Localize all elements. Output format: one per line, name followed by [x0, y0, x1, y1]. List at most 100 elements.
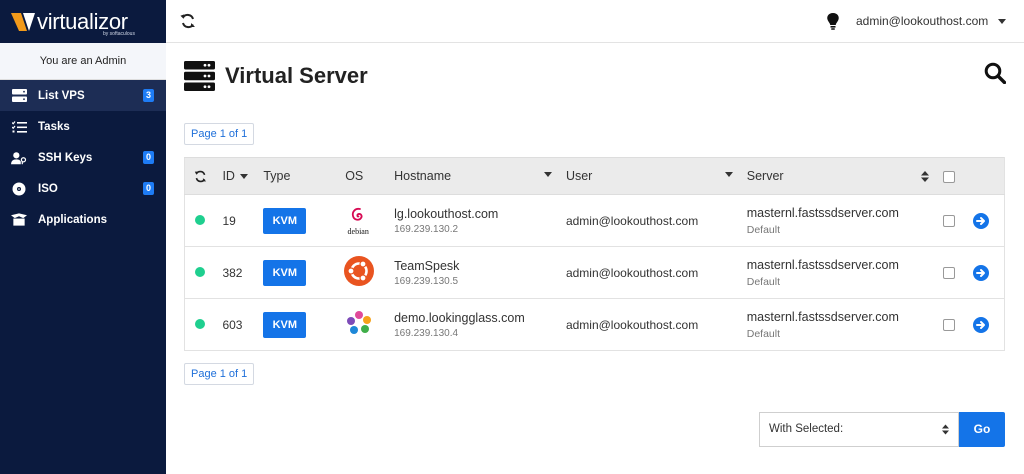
- ip-address: 169.239.130.5: [394, 275, 459, 287]
- column-header-type: Type: [263, 157, 346, 195]
- refresh-icon[interactable]: [180, 13, 196, 29]
- sidebar-item-label: Tasks: [38, 120, 70, 133]
- checkbox-cell: [942, 194, 973, 247]
- column-label: ID: [222, 169, 235, 183]
- refresh-column-header[interactable]: [184, 157, 223, 195]
- column-label: Server: [746, 169, 784, 183]
- search-icon[interactable]: [984, 62, 1006, 84]
- server-group: Default: [746, 275, 781, 288]
- vps-type-badge: KVM: [263, 259, 307, 286]
- table-row: 19 KVM debian lg.lookouthost.com 169.239…: [184, 194, 1005, 247]
- select-all-checkbox[interactable]: [942, 170, 955, 183]
- server-cell: masternl.fastssdserver.com Default: [746, 246, 943, 299]
- arrow-right-circle-icon[interactable]: [972, 316, 989, 333]
- main-content: Virtual Server Page 1 of 1 ID Type OS Ho…: [166, 44, 1024, 474]
- sidebar-item-ssh-keys[interactable]: SSH Keys 0: [0, 142, 166, 173]
- os-label: debian: [347, 226, 369, 236]
- sidebar: virtualizor by softaculous You are an Ad…: [0, 0, 166, 474]
- row-checkbox[interactable]: [942, 319, 955, 332]
- debian-swirl-icon: [352, 207, 363, 221]
- topbar: admin@lookouthost.com: [166, 0, 1024, 43]
- chevron-down-icon[interactable]: [998, 19, 1006, 24]
- status-cell: [184, 298, 223, 351]
- column-header-id[interactable]: ID: [222, 157, 264, 195]
- table-row: 382 KVM TeamSpesk 169.239.130.5 admin@lo…: [184, 246, 1005, 299]
- status-online-dot: [195, 214, 205, 225]
- select-all-header: [942, 157, 973, 195]
- action-cell: [972, 246, 1005, 299]
- go-button[interactable]: Go: [959, 412, 1005, 447]
- table-header-row: ID Type OS Hostname User Server: [184, 157, 1005, 195]
- column-header-server[interactable]: Server: [746, 157, 943, 195]
- refresh-icon[interactable]: [194, 170, 207, 183]
- status-online-dot: [195, 318, 205, 329]
- ip-address: 169.239.130.4: [394, 327, 459, 339]
- server-stack-icon: [184, 61, 215, 91]
- os-cell: [344, 246, 395, 299]
- vps-id: 382: [222, 246, 264, 299]
- bulk-action-select[interactable]: With Selected:: [759, 412, 959, 447]
- sidebar-item-iso[interactable]: ISO 0: [0, 173, 166, 204]
- sidebar-item-tasks[interactable]: Tasks: [0, 111, 166, 142]
- server-name: masternl.fastssdserver.com: [746, 257, 899, 272]
- table-row: 603 KVM demo.lookingglass.com 169.239.13…: [184, 298, 1005, 351]
- sidebar-item-label: ISO: [38, 182, 58, 195]
- hostname[interactable]: lg.lookouthost.com: [394, 207, 566, 221]
- sidebar-item-label: SSH Keys: [38, 151, 93, 164]
- vps-type-badge: KVM: [263, 207, 307, 234]
- column-label: Hostname: [394, 169, 452, 183]
- brand-tagline: by softaculous: [103, 31, 135, 37]
- server-group: Default: [746, 223, 781, 236]
- sort-desc-icon[interactable]: [724, 172, 733, 177]
- hostname[interactable]: demo.lookingglass.com: [394, 311, 566, 325]
- row-checkbox[interactable]: [942, 267, 955, 280]
- lightbulb-icon[interactable]: [826, 13, 840, 30]
- row-checkbox[interactable]: [942, 215, 955, 228]
- page-title: Virtual Server: [225, 63, 368, 88]
- checkbox-cell: [942, 298, 973, 351]
- tasks-icon: [11, 119, 27, 135]
- user-cell: admin@lookouthost.com: [565, 298, 747, 351]
- type-cell: KVM: [263, 298, 346, 351]
- action-cell: [972, 298, 1005, 351]
- column-header-user[interactable]: User: [565, 157, 747, 195]
- server-cell: masternl.fastssdserver.com Default: [746, 298, 943, 351]
- user-cell: admin@lookouthost.com: [565, 194, 747, 247]
- role-indicator: You are an Admin: [0, 43, 166, 80]
- column-header-hostname[interactable]: Hostname: [394, 157, 566, 195]
- ip-address: 169.239.130.2: [394, 223, 459, 235]
- user-menu[interactable]: admin@lookouthost.com: [856, 14, 988, 28]
- hostname[interactable]: TeamSpesk: [394, 259, 566, 273]
- pagination-top[interactable]: Page 1 of 1: [184, 123, 255, 145]
- checkbox-cell: [942, 246, 973, 299]
- hostname-cell: demo.lookingglass.com 169.239.130.4: [394, 298, 566, 351]
- ubuntu-os-icon: [344, 256, 375, 286]
- user-cell: admin@lookouthost.com: [565, 246, 747, 299]
- action-cell: [972, 194, 1005, 247]
- arrow-right-circle-icon[interactable]: [972, 264, 989, 281]
- sort-desc-icon[interactable]: [543, 172, 552, 177]
- sidebar-item-applications[interactable]: Applications: [0, 204, 166, 235]
- status-cell: [184, 194, 223, 247]
- sidebar-item-label: Applications: [38, 213, 108, 226]
- box-open-icon: [11, 212, 27, 228]
- sidebar-item-list-vps[interactable]: List VPS 3: [0, 80, 166, 111]
- vps-id: 603: [222, 298, 264, 351]
- server-name: masternl.fastssdserver.com: [746, 309, 899, 324]
- key-user-icon: [11, 150, 27, 166]
- os-cell: [345, 298, 395, 351]
- sort-desc-icon[interactable]: [239, 174, 248, 180]
- bulk-action-value: With Selected:: [769, 423, 844, 435]
- pagination-bottom[interactable]: Page 1 of 1: [184, 363, 255, 385]
- column-label: User: [565, 169, 593, 183]
- os-cell: debian: [345, 194, 395, 247]
- type-cell: KVM: [263, 194, 346, 247]
- logo[interactable]: virtualizor: [0, 0, 166, 43]
- arrow-right-circle-icon[interactable]: [972, 212, 989, 229]
- sort-both-icon[interactable]: [920, 171, 929, 182]
- page-header: Virtual Server: [184, 61, 368, 91]
- server-icon: [11, 88, 27, 104]
- server-cell: masternl.fastssdserver.com Default: [746, 194, 943, 247]
- type-cell: KVM: [263, 246, 346, 299]
- column-header-os: OS: [345, 157, 395, 195]
